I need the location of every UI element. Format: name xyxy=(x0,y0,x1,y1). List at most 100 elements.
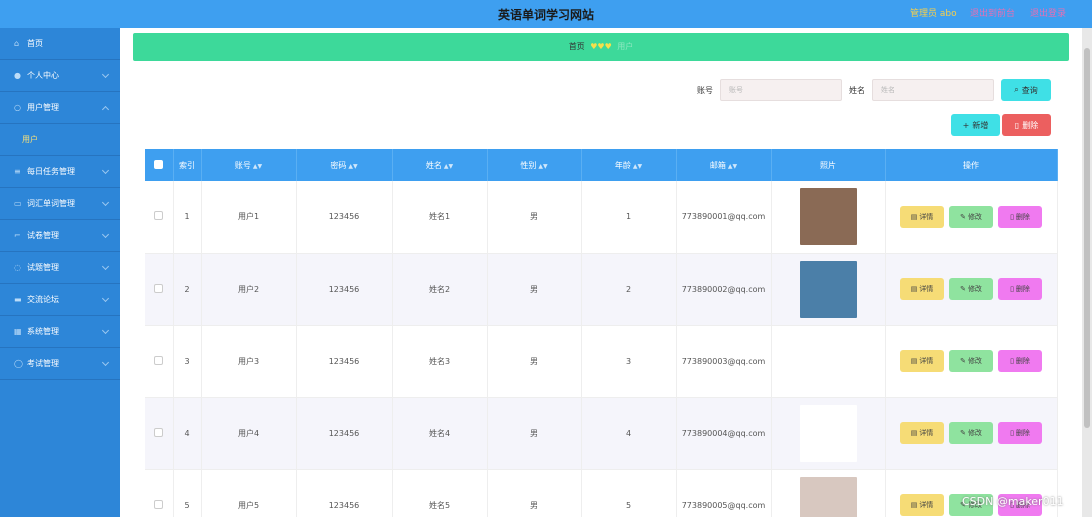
sidebar-item-forum[interactable]: ▬ 交流论坛 xyxy=(0,284,120,316)
back-to-front-link[interactable]: 退出到前台 xyxy=(970,6,1015,19)
sidebar-item-daily-tasks[interactable]: ≡ 每日任务管理 xyxy=(0,156,120,188)
sidebar-item-system[interactable]: ▦ 系统管理 xyxy=(0,316,120,348)
row-select-cell[interactable] xyxy=(145,181,174,254)
user-photo xyxy=(799,188,857,246)
sidebar-item-label: 系统管理 xyxy=(27,327,59,336)
sidebar-item-exams[interactable]: ◯ 考试管理 xyxy=(0,348,120,380)
sidebar-item-vocabulary[interactable]: ▭ 词汇单词管理 xyxy=(0,188,120,220)
row-select-cell[interactable] xyxy=(145,397,174,470)
column-header-password[interactable]: 密码 ▲▼ xyxy=(296,149,393,181)
column-header-label: 密码 xyxy=(330,160,347,170)
detail-button[interactable]: ▤ 详情 xyxy=(900,278,944,300)
sidebar-item-label: 交流论坛 xyxy=(27,295,59,304)
cell-photo xyxy=(771,325,886,398)
chevron-down-icon xyxy=(101,166,110,175)
sort-icon[interactable]: ▲▼ xyxy=(253,163,262,170)
cell-age: 5 xyxy=(581,469,677,517)
select-all-cell[interactable] xyxy=(145,149,174,181)
row-checkbox[interactable] xyxy=(154,427,164,437)
cell-age: 3 xyxy=(581,325,677,398)
row-checkbox[interactable] xyxy=(154,355,164,365)
cell-email: 773890005@qq.com xyxy=(676,469,772,517)
row-select-cell[interactable] xyxy=(145,253,174,326)
sort-icon[interactable]: ▲▼ xyxy=(444,163,453,170)
sidebar-item-questions[interactable]: ◌ 试题管理 xyxy=(0,252,120,284)
edit-button[interactable]: ✎ 修改 xyxy=(949,278,993,300)
delete-button[interactable]: ▯ 删除 xyxy=(998,422,1042,444)
sidebar-item-papers[interactable]: ⌐ 试卷管理 xyxy=(0,220,120,252)
query-button[interactable]: ⌕ 查询 xyxy=(1001,79,1051,101)
heart-icon: ♥♥♥ xyxy=(590,42,612,51)
sidebar-item-user-management[interactable]: ○ 用户管理 xyxy=(0,92,120,124)
home-icon: ⌂ xyxy=(14,38,20,48)
bulk-delete-button[interactable]: ▯ 删除 xyxy=(1002,114,1051,136)
sidebar-item-label: 试题管理 xyxy=(27,263,59,272)
user-photo xyxy=(799,476,857,517)
sort-icon[interactable]: ▲▼ xyxy=(728,163,737,170)
document-icon: ▤ xyxy=(910,357,918,365)
sidebar-item-personal-center[interactable]: ● 个人中心 xyxy=(0,60,120,92)
account-search-input[interactable]: 账号 xyxy=(720,79,842,101)
cell-account: 用户4 xyxy=(201,397,297,470)
sidebar-item-label: 用户管理 xyxy=(27,103,59,112)
row-select-cell[interactable] xyxy=(145,469,174,517)
logout-link[interactable]: 退出登录 xyxy=(1030,6,1066,19)
detail-label: 详情 xyxy=(919,357,934,365)
cell-account: 用户5 xyxy=(201,469,297,517)
pencil-icon: ✎ xyxy=(960,212,966,221)
detail-label: 详情 xyxy=(919,501,934,509)
sidebar-item-label: 词汇单词管理 xyxy=(27,199,75,208)
trash-icon: ▯ xyxy=(1010,429,1014,437)
detail-label: 详情 xyxy=(919,285,934,293)
name-search-input[interactable]: 姓名 xyxy=(872,79,994,101)
sort-icon[interactable]: ▲▼ xyxy=(348,163,357,170)
delete-button[interactable]: ▯ 删除 xyxy=(998,205,1042,228)
edit-button[interactable]: ✎ 修改 xyxy=(949,350,993,372)
trash-icon: ▯ xyxy=(1010,357,1014,365)
delete-label: 删除 xyxy=(1015,357,1030,365)
add-button[interactable]: + 新增 xyxy=(951,114,1000,136)
cell-actions: ▤ 详情 ✎ 修改 ▯ 删除 xyxy=(885,325,1058,398)
edit-button[interactable]: ✎ 修改 xyxy=(949,422,993,444)
select-all-checkbox[interactable] xyxy=(154,159,164,169)
table-row: 5 用户5 123456 姓名5 男 5 773890005@qq.com ▤ 详情 ✎ 修改 ▯ 删除 xyxy=(145,469,1058,517)
column-header-gender[interactable]: 性别 ▲▼ xyxy=(487,149,582,181)
sidebar-item-label: 考试管理 xyxy=(27,359,59,368)
paper-icon: ⌐ xyxy=(14,230,21,240)
column-header-account[interactable]: 账号 ▲▼ xyxy=(201,149,297,181)
column-header-photo: 照片 xyxy=(771,149,886,181)
cell-name: 姓名5 xyxy=(392,469,488,517)
cell-gender: 男 xyxy=(487,253,582,326)
row-checkbox[interactable] xyxy=(154,211,164,221)
detail-button[interactable]: ▤ 详情 xyxy=(900,494,944,516)
row-checkbox[interactable] xyxy=(154,283,164,293)
sidebar-item-home[interactable]: ⌂ 首页 xyxy=(0,28,120,60)
breadcrumb-current: 用户 xyxy=(617,42,634,51)
cell-name: 姓名2 xyxy=(392,253,488,326)
row-select-cell[interactable] xyxy=(145,325,174,398)
cell-account: 用户1 xyxy=(201,181,297,254)
edit-button[interactable]: ✎ 修改 xyxy=(949,205,993,228)
column-header-age[interactable]: 年龄 ▲▼ xyxy=(581,149,677,181)
detail-button[interactable]: ▤ 详情 xyxy=(900,422,944,444)
sort-icon[interactable]: ▲▼ xyxy=(538,163,547,170)
cell-photo xyxy=(771,397,886,470)
detail-button[interactable]: ▤ 详情 xyxy=(900,205,944,228)
table-row: 4 用户4 123456 姓名4 男 4 773890004@qq.com ▤ 详情 ✎ 修改 ▯ 删除 xyxy=(145,397,1058,470)
grid-icon: ▦ xyxy=(14,326,22,336)
cell-photo xyxy=(771,181,886,254)
column-header-email[interactable]: 邮箱 ▲▼ xyxy=(676,149,772,181)
column-header-name[interactable]: 姓名 ▲▼ xyxy=(392,149,488,181)
breadcrumb-home[interactable]: 首页 xyxy=(569,42,585,51)
scrollbar-thumb[interactable] xyxy=(1084,48,1090,428)
chevron-down-icon xyxy=(101,198,110,207)
sort-icon[interactable]: ▲▼ xyxy=(633,163,642,170)
row-checkbox[interactable] xyxy=(154,499,164,509)
sidebar-subitem-user[interactable]: 用户 xyxy=(0,124,120,156)
detail-button[interactable]: ▤ 详情 xyxy=(900,350,944,372)
delete-button[interactable]: ▯ 删除 xyxy=(998,350,1042,372)
top-bar: 英语单词学习网站 管理员 abo 退出到前台 退出登录 xyxy=(0,0,1092,28)
breadcrumb: 首页 ♥♥♥ 用户 xyxy=(133,33,1069,61)
vertical-scrollbar[interactable] xyxy=(1082,28,1092,517)
delete-button[interactable]: ▯ 删除 xyxy=(998,278,1042,300)
